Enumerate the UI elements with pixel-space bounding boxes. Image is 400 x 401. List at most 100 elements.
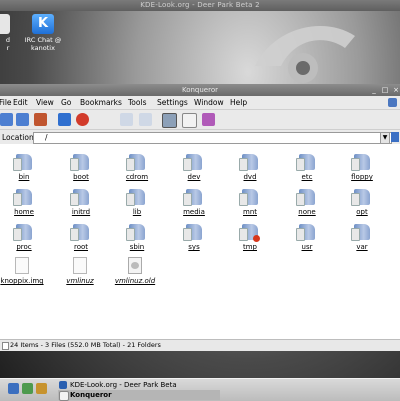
file-item[interactable]: tmp bbox=[228, 224, 272, 251]
home-icon[interactable] bbox=[34, 113, 47, 126]
menu-bookmarks[interactable]: Bookmarks bbox=[80, 98, 122, 107]
pager-icon[interactable] bbox=[36, 383, 47, 394]
file-item[interactable]: root bbox=[59, 224, 103, 251]
file-item[interactable]: vmlinuz bbox=[58, 257, 102, 285]
menu-view[interactable]: View bbox=[36, 98, 54, 107]
folder-icon bbox=[296, 154, 315, 171]
folder-icon bbox=[13, 224, 32, 241]
stop-icon[interactable] bbox=[76, 113, 89, 126]
icon-view-icon[interactable] bbox=[162, 113, 177, 128]
file-view: bin boot cdrom dev dvd etc floppy home initrd lib… bbox=[0, 144, 400, 339]
file-label: dev bbox=[187, 173, 201, 181]
file-item[interactable]: cdrom bbox=[115, 154, 159, 181]
kmenu-icon[interactable] bbox=[8, 383, 19, 394]
preview-icon[interactable] bbox=[202, 113, 215, 126]
konqueror-window: Konqueror _ □ × File Edit View Go Bookma… bbox=[0, 84, 400, 351]
file-label: proc bbox=[16, 243, 32, 251]
folder-icon bbox=[13, 154, 32, 171]
file-label: floppy bbox=[351, 173, 373, 181]
close-icon[interactable]: × bbox=[392, 86, 400, 94]
file-label: boot bbox=[73, 173, 89, 181]
file-item[interactable]: dvd bbox=[228, 154, 272, 181]
menu-file[interactable]: File bbox=[0, 98, 12, 107]
taskbar-item-browser[interactable]: KDE-Look.org - Deer Park Beta bbox=[58, 380, 220, 390]
desktop-icon[interactable] bbox=[22, 383, 33, 394]
file-label: dvd bbox=[243, 173, 257, 181]
file-item[interactable]: var bbox=[340, 224, 384, 251]
file-label: lib bbox=[132, 208, 142, 216]
file-label: none bbox=[298, 208, 316, 216]
folder-icon bbox=[70, 189, 89, 206]
menu-settings[interactable]: Settings bbox=[157, 98, 188, 107]
file-item[interactable]: initrd bbox=[59, 189, 103, 216]
file-label: etc bbox=[301, 173, 313, 181]
desktop-icon-partial[interactable]: d r bbox=[0, 14, 16, 52]
folder-icon bbox=[239, 224, 260, 242]
file-item[interactable]: etc bbox=[285, 154, 329, 181]
file-item[interactable]: sys bbox=[172, 224, 216, 251]
file-item[interactable]: usr bbox=[285, 224, 329, 251]
file-item[interactable]: floppy bbox=[340, 154, 384, 181]
background-window-titlebar[interactable]: KDE-Look.org - Deer Park Beta 2 bbox=[0, 0, 400, 11]
folder-icon bbox=[183, 189, 202, 206]
folder-icon bbox=[351, 189, 370, 206]
location-label: Location: bbox=[2, 133, 37, 142]
back-icon[interactable] bbox=[0, 113, 13, 126]
partial-app-icon bbox=[0, 14, 10, 34]
minimize-icon[interactable]: _ bbox=[370, 86, 378, 94]
file-item[interactable]: knoppix.img bbox=[0, 257, 44, 285]
menu-go[interactable]: Go bbox=[61, 98, 71, 107]
file-item[interactable]: home bbox=[2, 189, 46, 216]
file-item[interactable]: bin bbox=[2, 154, 46, 181]
file-item[interactable]: lib bbox=[115, 189, 159, 216]
chevron-down-icon[interactable]: ▼ bbox=[380, 132, 390, 144]
globe-icon bbox=[59, 381, 67, 389]
menu-window[interactable]: Window bbox=[194, 98, 224, 107]
taskbar-item-konqueror[interactable]: Konqueror bbox=[58, 390, 220, 401]
file-label: vmlinuz.old bbox=[114, 277, 156, 285]
folder-icon bbox=[13, 189, 32, 206]
file-item[interactable]: boot bbox=[59, 154, 103, 181]
file-item[interactable]: vmlinuz.old bbox=[113, 257, 157, 285]
window-titlebar[interactable]: Konqueror _ □ × bbox=[0, 84, 400, 96]
file-label: var bbox=[356, 243, 368, 251]
zoom-out-icon[interactable] bbox=[139, 113, 152, 126]
go-button[interactable] bbox=[391, 132, 399, 142]
folder-icon bbox=[126, 189, 145, 206]
folder-icon bbox=[126, 154, 145, 171]
task-label: KDE-Look.org - Deer Park Beta bbox=[70, 381, 177, 389]
file-label: tmp bbox=[242, 243, 257, 251]
zoom-in-icon[interactable] bbox=[120, 113, 133, 126]
irc-chat-icon: K bbox=[32, 14, 54, 34]
kde-gear-logo bbox=[255, 26, 355, 83]
file-label: usr bbox=[301, 243, 313, 251]
file-item[interactable]: opt bbox=[340, 189, 384, 216]
menu-help[interactable]: Help bbox=[230, 98, 247, 107]
list-view-icon[interactable] bbox=[182, 113, 197, 128]
file-label: bin bbox=[18, 173, 30, 181]
menu-edit[interactable]: Edit bbox=[13, 98, 28, 107]
file-item[interactable]: dev bbox=[172, 154, 216, 181]
file-item[interactable]: media bbox=[172, 189, 216, 216]
file-label: knoppix.img bbox=[0, 277, 44, 285]
folder-icon bbox=[126, 224, 145, 241]
menubar: File Edit View Go Bookmarks Tools Settin… bbox=[0, 96, 400, 110]
folder-icon bbox=[351, 154, 370, 171]
toolbar bbox=[0, 110, 400, 130]
file-item[interactable]: none bbox=[285, 189, 329, 216]
folder-icon bbox=[296, 224, 315, 241]
menu-tools[interactable]: Tools bbox=[128, 98, 146, 107]
file-item[interactable]: proc bbox=[2, 224, 46, 251]
file-label: media bbox=[183, 208, 205, 216]
folder-icon bbox=[183, 224, 202, 241]
file-item[interactable]: sbin bbox=[115, 224, 159, 251]
taskbar: KDE-Look.org - Deer Park Beta Konqueror bbox=[0, 378, 400, 401]
desktop-icon-label: IRC Chat @ bbox=[24, 36, 62, 44]
reload-icon[interactable] bbox=[58, 113, 71, 126]
location-input[interactable]: / bbox=[33, 132, 392, 144]
desktop-icon-irc-chat[interactable]: K IRC Chat @ kanotix bbox=[18, 14, 68, 52]
file-label: root bbox=[73, 243, 89, 251]
maximize-icon[interactable]: □ bbox=[381, 86, 389, 94]
file-item[interactable]: mnt bbox=[228, 189, 272, 216]
forward-icon[interactable] bbox=[16, 113, 29, 126]
